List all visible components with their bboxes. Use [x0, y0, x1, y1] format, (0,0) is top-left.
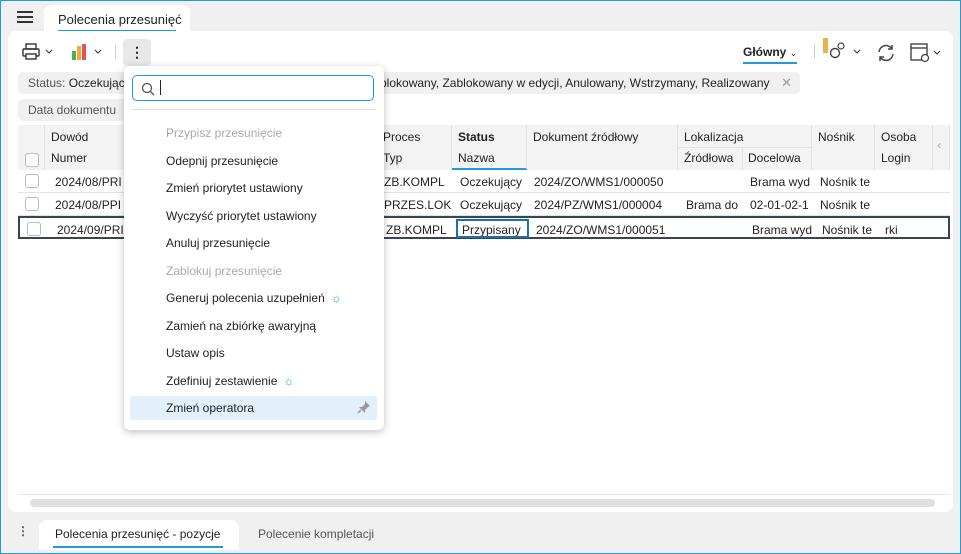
menu-item[interactable]: Odepnij przesunięcie [130, 149, 377, 173]
menu-item[interactable]: Zmień priorytet ustawiony [130, 176, 377, 200]
menu-item-label: Zdefiniuj zestawienie [166, 373, 278, 388]
cell-login: rki [885, 223, 898, 237]
menu-item[interactable]: Zmień operatora [130, 396, 377, 420]
cell-status: Oczekujący [460, 175, 523, 189]
bottom-tab[interactable]: Polecenia przesunięć - pozycje [39, 520, 239, 550]
lightbulb-icon: ☼ [330, 291, 342, 305]
more-actions-button[interactable]: ⋮ [123, 39, 151, 66]
col-nosnik[interactable]: Nośnik [812, 125, 875, 170]
menu-item-label: Zmień priorytet ustawiony [166, 181, 303, 195]
col-proces[interactable]: Proces Typ [380, 125, 452, 170]
row-checkbox[interactable] [25, 197, 39, 211]
chart-button[interactable] [71, 43, 105, 64]
hamburger-menu-icon[interactable] [17, 11, 33, 23]
tab-polecenia-przesuniec[interactable]: Polecenia przesunięć [44, 5, 190, 33]
cell-docelowa: Brama wyd [752, 223, 812, 237]
kebab-icon: ⋮ [130, 44, 144, 60]
view-label: Główny [743, 45, 787, 59]
select-all-checkbox[interactable] [25, 153, 39, 167]
cell-status: Oczekujący [460, 198, 523, 212]
chevron-down-icon: ⌄ [789, 48, 798, 58]
cell-dokument: 2024/PZ/WMS1/000004 [534, 198, 663, 212]
menu-item[interactable]: Ustaw opis [130, 341, 377, 365]
menu-item-label: Anuluj przesunięcie [166, 236, 271, 250]
cell-dokument: 2024/ZO/WMS1/000051 [536, 223, 666, 237]
menu-item-label: Odepnij przesunięcie [166, 153, 279, 168]
menu-item[interactable]: Generuj polecenia uzupełnień ☼ [130, 286, 377, 310]
row-checkbox[interactable] [27, 222, 41, 236]
menu-item[interactable]: Wyczyść priorytet ustawiony [130, 204, 377, 228]
bottom-more-icon[interactable]: ⋮ [17, 524, 29, 538]
text-cursor [160, 80, 161, 95]
filter-label: Status: [28, 76, 66, 90]
tab-label: Polecenie kompletacji [258, 527, 375, 541]
menu-item-label: Wyczyść priorytet ustawiony [166, 208, 317, 223]
scroll-left-button[interactable]: ‹ [933, 125, 950, 170]
menu-item[interactable]: Zdefiniuj zestawienie ☼ [130, 369, 377, 393]
cell-status: Przypisany [456, 219, 529, 238]
tab-label: Polecenia przesunięć - pozycje [55, 527, 221, 541]
bar-chart-icon [72, 44, 102, 60]
refresh-button[interactable] [875, 42, 897, 67]
menu-item-label: Generuj polecenia uzupełnień [166, 291, 325, 305]
menu-item-label: Zmień operatora [166, 401, 255, 415]
cell-typ: PRZES.LOK [384, 198, 452, 212]
cell-nosnik: Nośnik te [820, 198, 871, 212]
menu-item-label: Przypisz przesunięcie [166, 126, 283, 140]
cell-typ: ZB.KOMPL [384, 175, 445, 189]
search-icon [141, 82, 155, 96]
refresh-icon [878, 44, 894, 62]
lightbulb-icon: ☼ [283, 373, 295, 388]
cell-docelowa: 02-01-02-1 [750, 198, 809, 212]
bottom-tab[interactable]: Polecenie kompletacji [242, 520, 402, 550]
cell-nosnik: Nośnik te [820, 175, 871, 189]
tab-label: Polecenia przesunięć [58, 12, 182, 27]
menu-search-input[interactable] [132, 75, 374, 101]
row-checkbox[interactable] [25, 174, 39, 188]
close-icon[interactable]: ✕ [781, 75, 792, 91]
cell-zrodlowa: Brama do [686, 198, 739, 212]
menu-item[interactable]: Zamień na zbiórkę awaryjną [130, 314, 377, 338]
col-status[interactable]: Status Nazwa [452, 125, 527, 170]
filter-value-rest: blokowany, Zablokowany w edycji, Anulowa… [380, 76, 770, 90]
col-lokalizacja[interactable]: Lokalizacja Źródłowa Docelowa [678, 125, 812, 170]
pin-icon[interactable] [357, 400, 371, 414]
col-osoba[interactable]: Osoba Login [875, 125, 933, 170]
menu-item[interactable]: Przypisz przesunięcie [130, 121, 377, 145]
date-filter-chip[interactable]: Data dokumentu [18, 99, 128, 121]
settings-button[interactable] [823, 38, 865, 65]
view-selector[interactable]: Główny ⌄ [743, 45, 798, 64]
actions-menu: Przypisz przesunięcie Odepnij przesunięci… [124, 66, 384, 430]
filter-label: Data dokumentu [28, 103, 117, 117]
gear-warning-icon [823, 38, 861, 59]
layout-settings-button[interactable] [910, 43, 946, 66]
horizontal-scrollbar[interactable] [30, 499, 935, 507]
cell-nosnik: Nośnik te [822, 223, 873, 237]
window-settings-icon [910, 43, 941, 63]
menu-item-label: Zamień na zbiórkę awaryjną [166, 318, 317, 333]
cell-dokument: 2024/ZO/WMS1/000050 [534, 175, 664, 189]
menu-item-label: Zablokuj przesunięcie [166, 263, 283, 278]
printer-icon [22, 43, 53, 60]
menu-item-label: Ustaw opis [166, 346, 225, 360]
filter-value: Oczekując [68, 76, 125, 90]
menu-item[interactable]: Anuluj przesunięcie [130, 231, 377, 255]
print-button[interactable] [22, 43, 56, 64]
cell-typ: ZB.KOMPL [386, 223, 447, 237]
cell-docelowa: Brama wyd [750, 175, 810, 189]
col-dokument[interactable]: Dokument źródłowy [527, 125, 678, 170]
menu-item[interactable]: Zablokuj przesunięcie [130, 259, 377, 283]
